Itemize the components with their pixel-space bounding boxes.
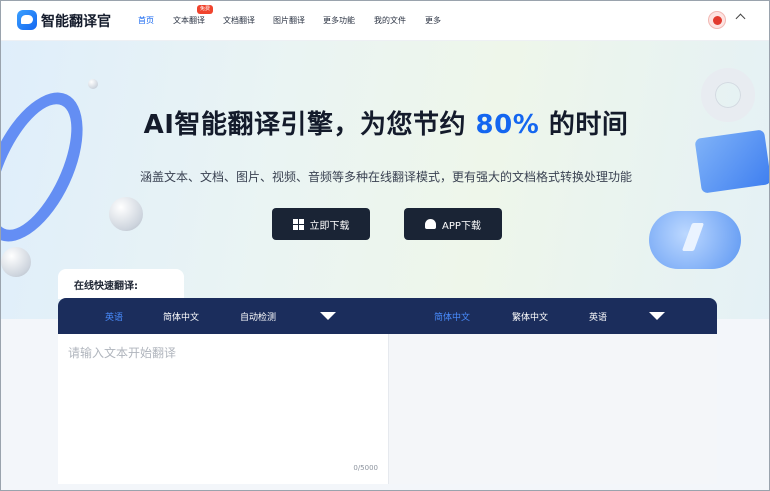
nav-more[interactable]: 更多	[425, 15, 441, 26]
nav-home[interactable]: 首页	[138, 15, 154, 26]
app-download-button[interactable]: APP下载	[404, 208, 502, 240]
nav-document-translate[interactable]: 文档翻译	[223, 15, 255, 26]
android-icon	[425, 219, 437, 229]
target-lang-simplified-chinese[interactable]: 简体中文	[434, 310, 470, 323]
source-text-input[interactable]	[68, 344, 378, 454]
quick-translate-tab: 在线快速翻译:	[58, 269, 184, 299]
brand-name[interactable]: 智能翻译官	[41, 11, 111, 31]
logo-icon[interactable]	[17, 10, 37, 30]
download-now-button[interactable]: 立即下载	[272, 208, 370, 240]
sphere-decoration	[109, 197, 143, 231]
free-badge: 免费	[197, 5, 214, 14]
source-lang-dropdown-icon[interactable]	[320, 312, 336, 320]
sphere-decoration-left	[1, 247, 31, 277]
avatar-icon[interactable]	[708, 11, 726, 29]
cloud-lightning-decoration	[649, 211, 741, 269]
target-lang-english[interactable]: 英语	[589, 310, 607, 323]
nav-text-translate[interactable]: 文本翻译	[173, 15, 205, 26]
source-text-pane: 0/5000	[58, 334, 388, 484]
headline-highlight: 80%	[475, 110, 540, 140]
source-lang-simplified-chinese[interactable]: 简体中文	[163, 310, 199, 323]
translation-result-pane	[388, 334, 717, 484]
source-lang-english[interactable]: 英语	[105, 310, 123, 323]
hero-headline: AI智能翻译引擎，为您节约 80% 的时间	[143, 110, 629, 140]
nav-more-features[interactable]: 更多功能	[323, 15, 355, 26]
download-now-label: 立即下载	[309, 220, 350, 232]
source-lang-auto-detect[interactable]: 自动检测	[240, 310, 276, 323]
top-navbar: 智能翻译官 首页 文本翻译 免费 文档翻译 图片翻译 更多功能 我的文件 更多	[1, 1, 769, 41]
small-sphere-decoration	[88, 79, 98, 89]
app-download-label: APP下载	[442, 220, 481, 232]
chevron-up-icon[interactable]	[735, 13, 746, 24]
nav-my-files[interactable]: 我的文件	[374, 15, 406, 26]
hero-subtitle: 涵盖文本、文档、图片、视频、音频等多种在线翻译模式，更有强大的文档格式转换处理功…	[139, 170, 632, 184]
app-window: 智能翻译官 首页 文本翻译 免费 文档翻译 图片翻译 更多功能 我的文件 更多 …	[0, 0, 770, 491]
char-count: 0/5000	[353, 464, 378, 472]
target-lang-dropdown-icon[interactable]	[649, 312, 665, 320]
language-bar: 英语 简体中文 自动检测 简体中文 繁体中文 英语	[58, 298, 717, 334]
target-lang-traditional-chinese[interactable]: 繁体中文	[512, 310, 548, 323]
nav-image-translate[interactable]: 图片翻译	[273, 15, 305, 26]
windows-icon	[292, 218, 304, 230]
